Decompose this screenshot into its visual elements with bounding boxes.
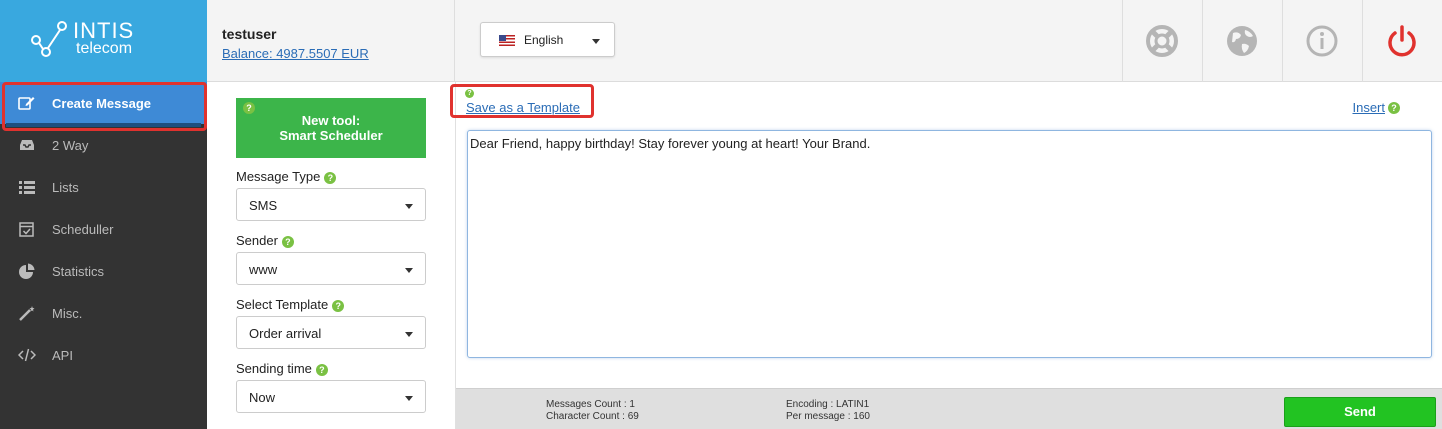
help-icon[interactable]: ?: [332, 299, 345, 312]
chevron-down-icon: [405, 332, 413, 337]
username: testuser: [222, 26, 277, 42]
message-stats: Messages Count : 1 Character Count : 69: [546, 399, 639, 423]
help-icon[interactable]: ?: [243, 102, 255, 114]
magic-wand-icon: [19, 306, 35, 321]
sidebar-item-label: API: [52, 348, 73, 363]
sidebar-item-label: Scheduller: [52, 222, 114, 237]
help-icon[interactable]: ?: [324, 171, 337, 184]
help-icon[interactable]: ?: [315, 363, 328, 376]
lifebuoy-icon: [1146, 25, 1178, 57]
power-icon: [1388, 25, 1416, 57]
encoding-stats: Encoding : LATIN1 Per message : 160: [786, 399, 870, 423]
sender-select[interactable]: www: [236, 252, 426, 285]
select-value: SMS: [249, 198, 278, 213]
sidebar-item-label: 2 Way: [52, 138, 89, 153]
top-bar: testuser Balance: 4987.5507 EUR English: [207, 0, 1442, 82]
encoding: Encoding : LATIN1: [786, 399, 870, 410]
sidebar-item-label: Lists: [52, 180, 79, 195]
support-button[interactable]: [1122, 0, 1202, 82]
brand-logo[interactable]: INTIS telecom: [0, 0, 207, 82]
select-value: www: [249, 262, 278, 277]
insert-link[interactable]: Insert: [1352, 100, 1385, 115]
message-textarea[interactable]: Dear Friend, happy birthday! Stay foreve…: [467, 130, 1432, 358]
chevron-down-icon: [405, 396, 413, 401]
balance-link[interactable]: Balance: 4987.5507 EUR: [222, 46, 369, 61]
field-label-text: Message Type: [236, 169, 321, 184]
sidebar-item-scheduller[interactable]: Scheduller: [0, 208, 207, 250]
chevron-down-icon: [405, 268, 413, 273]
sidebar-item-lists[interactable]: Lists: [0, 166, 207, 208]
globe-icon: [1227, 26, 1257, 56]
character-count: Character Count : 69: [546, 411, 639, 422]
messages-count: Messages Count : 1: [546, 399, 635, 410]
inbox-icon: [20, 140, 34, 150]
field-label-text: Select Template: [236, 297, 329, 312]
highlight-box: [450, 84, 594, 118]
info-icon: [1306, 25, 1338, 57]
sidebar-item-statistics[interactable]: Statistics: [0, 250, 207, 292]
sidebar-item-label: Misc.: [52, 306, 83, 321]
us-flag-icon: [499, 35, 515, 46]
sidebar: Create Message 2 Way Lists Scheduller St…: [0, 82, 207, 429]
user-info: testuser Balance: 4987.5507 EUR: [222, 26, 369, 61]
highlight-box: [2, 82, 207, 131]
message-type-label: Message Type?: [236, 169, 337, 184]
promo-line-2: Smart Scheduler: [279, 128, 383, 143]
field-label-text: Sender: [236, 233, 278, 248]
sidebar-item-api[interactable]: API: [0, 334, 207, 376]
promo-line-1: New tool:: [301, 113, 361, 128]
template-select[interactable]: Order arrival: [236, 316, 426, 349]
send-button[interactable]: Send: [1284, 397, 1436, 427]
chevron-down-icon: [592, 39, 600, 44]
brand-subname: telecom: [76, 40, 133, 57]
list-icon: [19, 181, 35, 194]
calendar-icon: [19, 222, 34, 237]
sidebar-item-label: Statistics: [52, 264, 105, 279]
message-footer: Messages Count : 1 Character Count : 69 …: [456, 388, 1442, 429]
chevron-down-icon: [405, 204, 413, 209]
message-editor: ? Save as a Template Insert ? Dear Frien…: [455, 82, 1442, 429]
select-value: Order arrival: [249, 326, 322, 341]
field-label-text: Sending time: [236, 361, 312, 376]
message-settings-panel: ? New tool: Smart Scheduler Message Type…: [207, 82, 455, 429]
help-icon[interactable]: ?: [281, 235, 294, 248]
message-type-select[interactable]: SMS: [236, 188, 426, 221]
divider: [454, 0, 455, 82]
network-logo-icon: [31, 21, 67, 57]
template-label: Select Template?: [236, 297, 345, 312]
code-icon: [18, 348, 36, 362]
smart-scheduler-promo-button[interactable]: ? New tool: Smart Scheduler: [236, 98, 426, 158]
language-label: English: [524, 33, 564, 47]
pie-chart-icon: [19, 263, 35, 279]
info-button[interactable]: [1282, 0, 1362, 82]
sending-time-label: Sending time?: [236, 361, 328, 376]
per-message: Per message : 160: [786, 411, 870, 422]
sending-time-select[interactable]: Now: [236, 380, 426, 413]
globe-button[interactable]: [1202, 0, 1282, 82]
logout-button[interactable]: [1362, 0, 1442, 82]
select-value: Now: [249, 390, 276, 405]
sidebar-item-misc[interactable]: Misc.: [0, 292, 207, 334]
sender-label: Sender?: [236, 233, 294, 248]
help-icon[interactable]: ?: [1388, 102, 1400, 114]
language-select[interactable]: English: [480, 22, 615, 57]
